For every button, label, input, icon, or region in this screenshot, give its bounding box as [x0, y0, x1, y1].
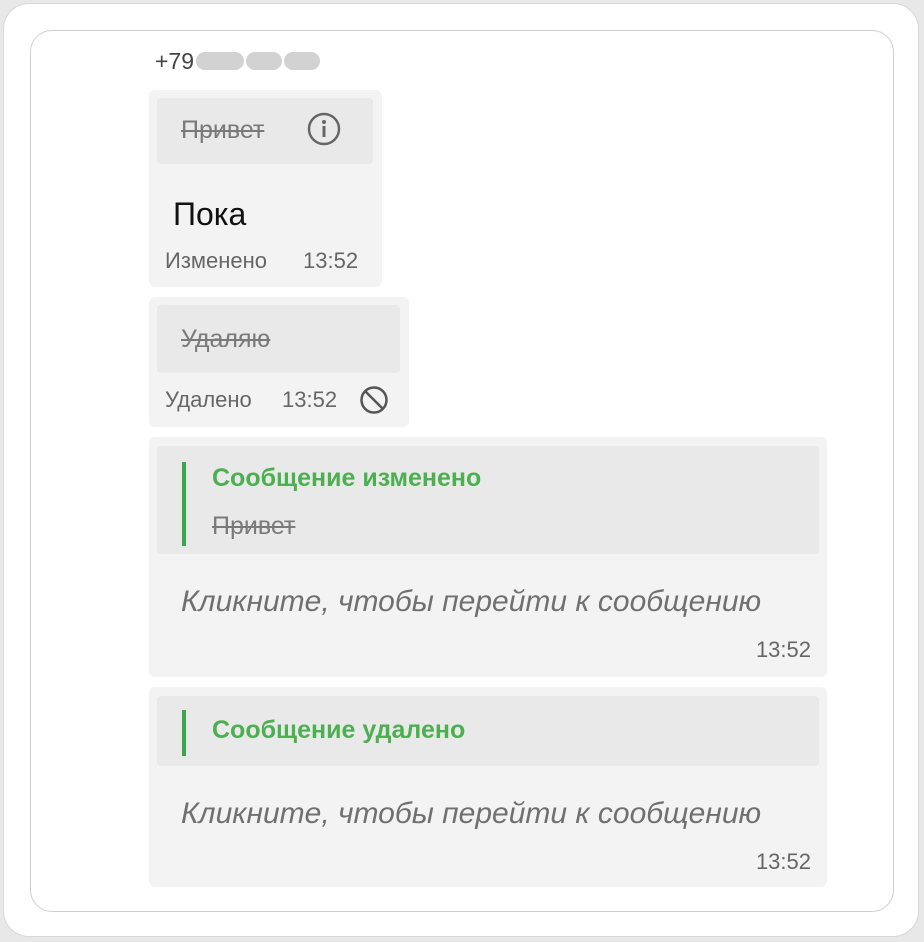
info-icon[interactable] [307, 112, 341, 146]
sender-phone: +79 [155, 47, 195, 74]
original-text: Привет [181, 116, 265, 144]
deleted-text: Удаляю [181, 325, 271, 353]
original-text-box: Привет [157, 98, 373, 164]
deleted-message-bubble[interactable]: Удаляю Удалено 13:52 [149, 297, 409, 427]
edited-label: Изменено [165, 248, 268, 273]
quote-bar [182, 462, 186, 546]
edit-notification-card[interactable]: Сообщение изменено Привет Кликните, чтоб… [149, 437, 827, 677]
notification-time: 13:52 [755, 637, 811, 662]
message-time: 13:52 [282, 387, 338, 412]
quote-bar [182, 710, 186, 756]
quoted-text: Привет [212, 512, 296, 540]
message-time: 13:52 [303, 248, 359, 273]
edit-notification-quote: Сообщение изменено Привет [157, 446, 819, 554]
message-text: Пока [173, 196, 247, 232]
sender-header[interactable]: +79 [155, 46, 321, 76]
jump-to-message-link[interactable]: Кликните, чтобы перейти к сообщению [181, 585, 761, 619]
notification-title: Сообщение удалено [212, 716, 466, 744]
jump-to-message-link[interactable]: Кликните, чтобы перейти к сообщению [181, 797, 761, 831]
notification-time: 13:52 [755, 849, 811, 874]
delete-notification-card[interactable]: Сообщение удалено Кликните, чтобы перейт… [149, 687, 827, 887]
deleted-label: Удалено [165, 387, 252, 412]
masked-digits [284, 52, 321, 70]
ban-icon [360, 386, 388, 414]
masked-digits [196, 52, 245, 70]
masked-digits [246, 52, 283, 70]
delete-notification-quote: Сообщение удалено [157, 696, 819, 766]
notification-title: Сообщение изменено [212, 464, 482, 492]
deleted-text-box: Удаляю [157, 305, 400, 373]
edited-message-bubble[interactable]: Привет Пока Изменено 13:52 [149, 90, 382, 287]
